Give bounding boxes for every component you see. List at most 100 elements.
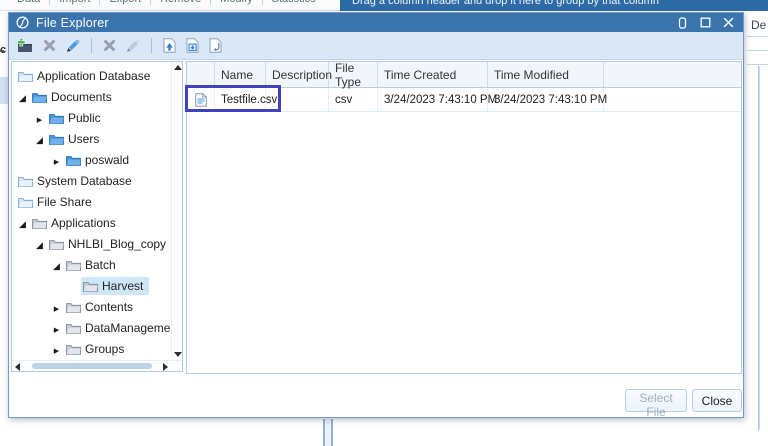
grid-line <box>747 36 768 37</box>
tree-item-label: Public <box>68 110 101 125</box>
close-icon[interactable] <box>723 17 734 28</box>
grid-line <box>747 50 768 51</box>
toolbar-separator <box>91 38 92 53</box>
column-header-name[interactable]: Name <box>215 62 266 87</box>
scroll-right-icon[interactable] <box>163 363 168 371</box>
expander-expanded-icon[interactable] <box>32 237 47 251</box>
select-file-button[interactable]: Select File <box>625 389 687 419</box>
group-by-hint: Drag a column header and drop it here to… <box>352 0 659 7</box>
tree-item-contents[interactable]: Contents <box>12 296 171 317</box>
folder-icon <box>18 70 33 82</box>
revert-file-icon[interactable] <box>209 38 223 53</box>
file-time-modified-cell: 3/24/2023 7:43:10 PM <box>488 88 607 111</box>
folder-icon <box>66 259 81 271</box>
tree-item-poswald[interactable]: poswald <box>12 149 171 170</box>
menu-item[interactable]: Export <box>99 0 150 5</box>
expander-collapsed-icon[interactable] <box>49 153 64 167</box>
tree-item-documents[interactable]: Documents <box>12 86 171 107</box>
expander-collapsed-icon[interactable] <box>49 342 64 356</box>
menu-item[interactable]: Statistics <box>261 0 325 5</box>
tree-item-system-database[interactable]: System Database <box>12 170 171 191</box>
background-column-border <box>323 419 333 446</box>
tree-item-users[interactable]: Users <box>12 128 171 149</box>
expander-collapsed-icon[interactable] <box>32 111 47 125</box>
tree-item-label: poswald <box>85 152 130 167</box>
scroll-left-icon[interactable] <box>15 363 20 371</box>
menu-item[interactable]: Data <box>8 0 49 5</box>
edit-folder-icon[interactable] <box>66 39 80 53</box>
scroll-down-icon[interactable] <box>174 352 182 357</box>
expander-collapsed-icon[interactable] <box>49 321 64 335</box>
tree-item-label: Users <box>68 131 100 146</box>
close-button[interactable]: Close <box>692 389 742 412</box>
tree-item-file-share[interactable]: File Share <box>12 191 171 212</box>
folder-icon <box>66 343 81 355</box>
dialog-titlebar[interactable]: File Explorer <box>9 13 743 32</box>
delete-folder-icon[interactable] <box>43 39 56 52</box>
background-column-header: De <box>751 18 767 32</box>
tree-item-label: NHLBI_Blog_copy <box>68 236 167 251</box>
scrollbar-thumb[interactable] <box>32 363 152 369</box>
file-type-cell: csv <box>329 88 378 111</box>
folder-tree-panel: Application Database Documents Public Us… <box>11 61 183 372</box>
tree-item-label: Applications <box>51 215 116 230</box>
grid-line <box>758 66 760 430</box>
column-header-icon[interactable] <box>187 62 215 87</box>
tree-item-datamanagement[interactable]: DataManagemen <box>12 317 177 338</box>
expander-expanded-icon[interactable] <box>49 258 64 272</box>
file-type-icon <box>187 88 215 111</box>
grid-header-row: Name Description File Type Time Created … <box>187 62 741 89</box>
menu-item[interactable]: Remove <box>150 0 210 5</box>
tree-item-public[interactable]: Public <box>12 107 171 128</box>
toolbar-separator <box>151 38 152 53</box>
scroll-up-icon[interactable] <box>174 65 182 70</box>
menu-item[interactable]: Import <box>49 0 99 5</box>
tree-horizontal-scrollbar[interactable] <box>12 360 182 371</box>
tree-vertical-scrollbar[interactable] <box>171 62 182 360</box>
maximize-icon[interactable] <box>700 17 711 28</box>
tree-item-applications[interactable]: Applications <box>12 212 171 233</box>
tree-item-label: Contents <box>85 299 134 314</box>
expander-collapsed-icon[interactable] <box>49 300 64 314</box>
tree-item-nhlbi-blog-copy[interactable]: NHLBI_Blog_copy <box>12 233 171 254</box>
tree-item-harvest[interactable]: Harvest <box>12 275 171 296</box>
tree-item-label: System Database <box>37 173 132 188</box>
file-row-testfile[interactable]: Testfile.csv csv 3/24/2023 7:43:10 PM 3/… <box>187 88 741 112</box>
tree-item-label: Documents <box>51 89 112 104</box>
delete-file-icon[interactable] <box>103 39 116 52</box>
expander-expanded-icon[interactable] <box>32 132 47 146</box>
file-name-cell[interactable]: Testfile.csv <box>215 88 277 111</box>
column-header-description[interactable]: Description <box>266 62 332 87</box>
screen: Data Import Export Remove Modify Statist… <box>0 0 768 446</box>
tree-item-label: DataManagemen <box>85 320 178 335</box>
column-header-file-type[interactable]: File Type <box>329 62 378 89</box>
tree-item-application-database[interactable]: Application Database <box>12 65 171 86</box>
background-grid-fragment: De <box>747 11 768 446</box>
expander-expanded-icon[interactable] <box>15 90 30 104</box>
pin-icon[interactable] <box>677 16 688 29</box>
file-row-filler <box>604 88 741 111</box>
file-description-cell <box>266 88 329 111</box>
app-logo-icon <box>16 16 29 29</box>
column-header-time-modified[interactable]: Time Modified <box>488 62 604 87</box>
check-in-file-icon[interactable] <box>186 38 199 53</box>
edit-file-icon[interactable] <box>126 39 140 53</box>
file-explorer-dialog: File Explorer Application Database ◢ Doc… <box>8 12 744 419</box>
add-folder-icon[interactable] <box>16 38 33 53</box>
column-header-time-created[interactable]: Time Created <box>378 62 488 87</box>
tree-item-label: Harvest <box>102 278 144 293</box>
tree-item-groups[interactable]: Groups <box>12 338 171 359</box>
background-fragment <box>0 77 8 104</box>
group-by-drop-zone[interactable]: Drag a column header and drop it here to… <box>340 0 768 11</box>
files-grid-panel: Name Description File Type Time Created … <box>186 61 742 374</box>
folder-icon <box>49 238 64 250</box>
upload-file-icon[interactable] <box>163 38 176 53</box>
folder-icon <box>83 280 98 292</box>
tree-item-label: Batch <box>85 257 116 272</box>
tree-item-label: Application Database <box>37 68 151 83</box>
menu-item[interactable]: Modify <box>210 0 261 5</box>
grid-line <box>747 64 768 65</box>
file-time-created-cell: 3/24/2023 7:43:10 PM <box>378 88 497 111</box>
tree-item-batch[interactable]: Batch <box>12 254 171 275</box>
expander-expanded-icon[interactable] <box>15 216 30 230</box>
